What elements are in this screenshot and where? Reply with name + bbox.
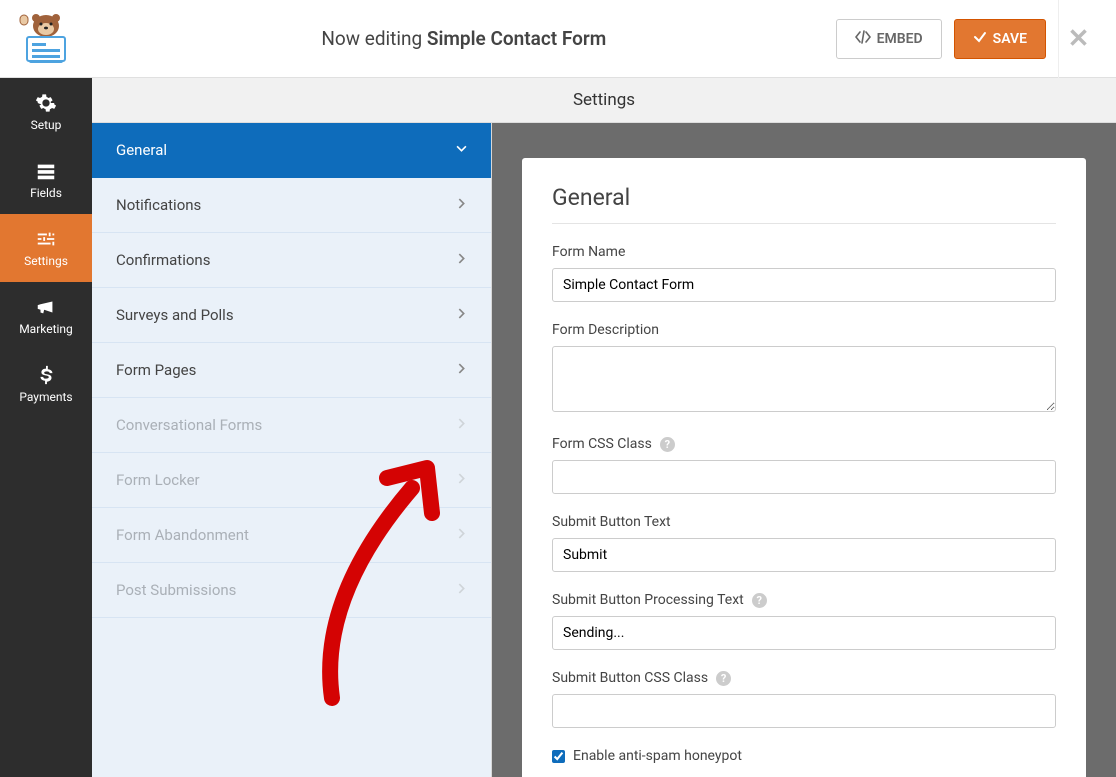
chevron-right-icon	[456, 528, 467, 543]
field-submit-text: Submit Button Text	[552, 514, 1056, 572]
css-class-input[interactable]	[552, 460, 1056, 494]
code-icon	[855, 30, 871, 48]
form-name-label: Form Name	[552, 244, 1056, 260]
dollar-icon	[35, 364, 57, 386]
settings-side-panel: General Notifications Confirmations Surveys…	[92, 123, 492, 777]
submit-proc-label: Submit Button Processing Text?	[552, 592, 1056, 608]
submit-css-input[interactable]	[552, 694, 1056, 728]
help-icon[interactable]: ?	[660, 437, 675, 452]
css-class-label: Form CSS Class?	[552, 436, 1056, 452]
side-item-label: Form Pages	[116, 361, 196, 379]
gear-icon	[35, 92, 57, 114]
close-button[interactable]: ✕	[1058, 0, 1098, 78]
chevron-right-icon	[456, 308, 467, 323]
rail-marketing[interactable]: Marketing	[0, 282, 92, 350]
save-button[interactable]: SAVE	[954, 19, 1046, 59]
help-icon[interactable]: ?	[752, 593, 767, 608]
sliders-icon	[35, 228, 57, 250]
field-form-name: Form Name	[552, 244, 1056, 302]
topbar: Now editing Simple Contact Form EMBED SA…	[0, 0, 1116, 78]
side-item-label: Form Abandonment	[116, 526, 249, 544]
field-submit-processing: Submit Button Processing Text?	[552, 592, 1056, 650]
list-icon	[35, 160, 57, 182]
side-item-form-locker: Form Locker	[92, 453, 491, 508]
submit-proc-input[interactable]	[552, 616, 1056, 650]
rail-setup[interactable]: Setup	[0, 78, 92, 146]
form-name-input[interactable]	[552, 268, 1056, 302]
content-area: General Form Name Form Description Form …	[492, 123, 1116, 777]
panel-header: Settings	[92, 78, 1116, 123]
rail-fields[interactable]: Fields	[0, 146, 92, 214]
side-item-label: Surveys and Polls	[116, 306, 234, 324]
close-icon: ✕	[1068, 24, 1090, 54]
honeypot-label[interactable]: Enable anti-spam honeypot	[573, 748, 742, 764]
card-title: General	[552, 184, 1056, 224]
side-item-label: Form Locker	[116, 471, 200, 489]
chevron-down-icon	[456, 143, 467, 158]
side-item-surveys-and-polls[interactable]: Surveys and Polls	[92, 288, 491, 343]
app-logo	[0, 0, 92, 78]
embed-button[interactable]: EMBED	[836, 19, 942, 59]
icon-rail: Setup Fields Settings Marketing Payments	[0, 78, 92, 777]
chevron-right-icon	[456, 198, 467, 213]
side-item-conversational-forms: Conversational Forms	[92, 398, 491, 453]
help-icon[interactable]: ?	[716, 671, 731, 686]
honeypot-checkbox[interactable]	[552, 750, 565, 763]
submit-text-input[interactable]	[552, 538, 1056, 572]
side-item-post-submissions: Post Submissions	[92, 563, 491, 618]
chevron-right-icon	[456, 473, 467, 488]
chevron-right-icon	[456, 253, 467, 268]
submit-text-label: Submit Button Text	[552, 514, 1056, 530]
chevron-right-icon	[456, 418, 467, 433]
settings-card: General Form Name Form Description Form …	[522, 158, 1086, 777]
chevron-right-icon	[456, 583, 467, 598]
submit-css-label: Submit Button CSS Class?	[552, 670, 1056, 686]
field-css-class: Form CSS Class?	[552, 436, 1056, 494]
side-item-form-pages[interactable]: Form Pages	[92, 343, 491, 398]
chevron-right-icon	[456, 363, 467, 378]
field-form-description: Form Description	[552, 322, 1056, 416]
rail-payments[interactable]: Payments	[0, 350, 92, 418]
side-item-label: Notifications	[116, 196, 201, 214]
side-item-confirmations[interactable]: Confirmations	[92, 233, 491, 288]
form-desc-textarea[interactable]	[552, 346, 1056, 412]
now-editing-label: Now editing Simple Contact Form	[92, 27, 836, 50]
honeypot-row: Enable anti-spam honeypot	[552, 748, 1056, 764]
bullhorn-icon	[35, 296, 57, 318]
side-item-notifications[interactable]: Notifications	[92, 178, 491, 233]
rail-settings[interactable]: Settings	[0, 214, 92, 282]
field-submit-css: Submit Button CSS Class?	[552, 670, 1056, 728]
side-item-label: General	[116, 141, 167, 159]
side-item-label: Post Submissions	[116, 581, 236, 599]
side-item-general[interactable]: General	[92, 123, 491, 178]
check-icon	[973, 30, 987, 48]
side-item-label: Confirmations	[116, 251, 210, 269]
form-desc-label: Form Description	[552, 322, 1056, 338]
side-item-form-abandonment: Form Abandonment	[92, 508, 491, 563]
side-item-label: Conversational Forms	[116, 416, 262, 434]
